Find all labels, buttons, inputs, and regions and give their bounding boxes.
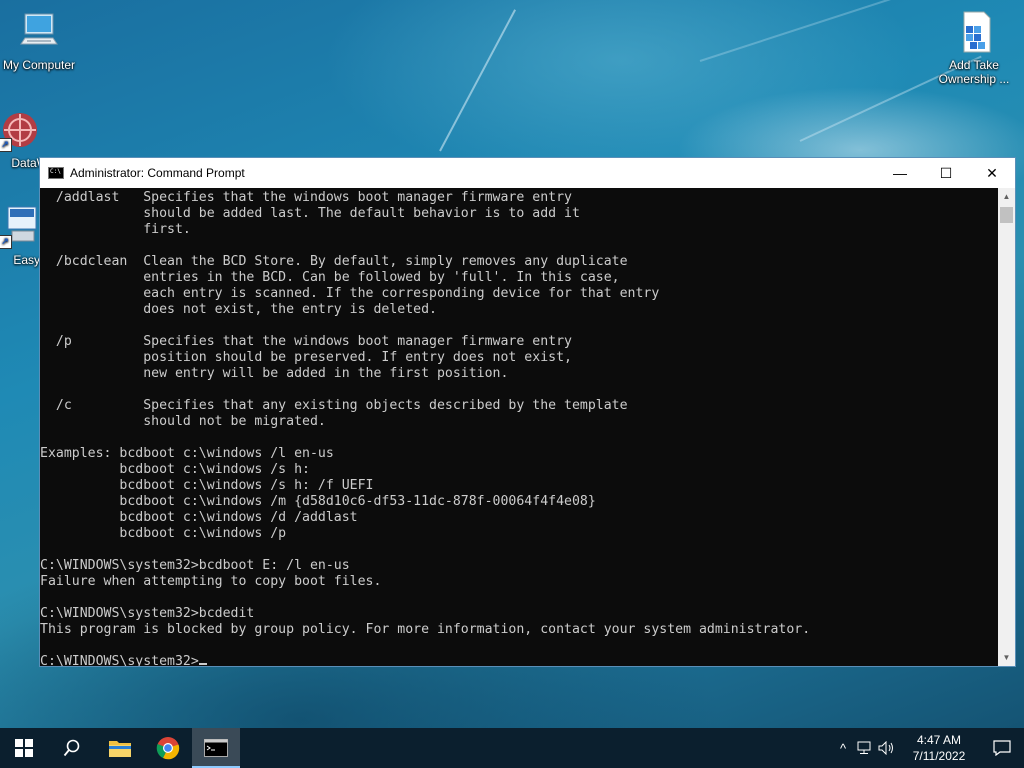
clock[interactable]: 4:47 AM 7/11/2022: [898, 732, 980, 764]
console-line: does not exist, the entry is deleted.: [40, 302, 437, 317]
shortcut-arrow-icon: ↗: [0, 138, 12, 152]
console-line: /c Specifies that any existing objects d…: [40, 398, 628, 413]
volume-icon[interactable]: [876, 728, 898, 768]
console-line: C:\WINDOWS\system32>bcdboot E: /l en-us: [40, 558, 350, 573]
minimize-button[interactable]: —: [877, 158, 923, 188]
scroll-up-arrow-icon[interactable]: ▲: [998, 188, 1015, 205]
window-title: Administrator: Command Prompt: [70, 166, 245, 180]
console-line: Examples: bcdboot c:\windows /l en-us: [40, 446, 334, 461]
console-line: should not be migrated.: [40, 414, 326, 429]
console-line: Failure when attempting to copy boot fil…: [40, 574, 382, 589]
desktop-icon-label: My Computer: [2, 58, 76, 72]
wallpaper-streak: [439, 9, 516, 152]
console-line: bcdboot c:\windows /d /addlast: [40, 510, 358, 525]
console-output[interactable]: /addlast Specifies that the windows boot…: [40, 188, 998, 666]
command-prompt-icon: [204, 739, 228, 757]
notification-icon: [993, 740, 1011, 756]
console-line: /p Specifies that the windows boot manag…: [40, 334, 572, 349]
wallpaper-streak: [699, 0, 948, 62]
command-prompt-taskbar-button[interactable]: [192, 728, 240, 768]
scroll-down-arrow-icon[interactable]: ▼: [998, 649, 1015, 666]
title-bar[interactable]: C:\ Administrator: Command Prompt — ☐ ✕: [40, 158, 1015, 188]
system-tray: ^ 4:47 AM 7/11/2022: [832, 728, 1024, 768]
console-line: entries in the BCD. Can be followed by '…: [40, 270, 620, 285]
close-button[interactable]: ✕: [969, 158, 1015, 188]
console-text: /addlast Specifies that the windows boot…: [40, 190, 998, 654]
console-line: bcdboot c:\windows /s h: /f UEFI: [40, 478, 374, 493]
text-cursor: [198, 663, 207, 665]
network-icon[interactable]: [854, 728, 876, 768]
console-line: should be added last. The default behavi…: [40, 206, 580, 221]
start-button[interactable]: [0, 728, 48, 768]
console-line: bcdboot c:\windows /m {d58d10c6-df53-11d…: [40, 494, 596, 509]
clock-date: 7/11/2022: [912, 749, 966, 763]
console-line: /addlast Specifies that the windows boot…: [40, 190, 572, 205]
console-line: bcdboot c:\windows /p: [40, 526, 287, 541]
console-line: C:\WINDOWS\system32>bcdedit: [40, 606, 255, 621]
registry-file-icon: [952, 10, 996, 54]
console-prompt-line[interactable]: C:\WINDOWS\system32>: [40, 654, 998, 666]
dataw-app-icon: ↗: [0, 108, 42, 152]
folder-icon: [109, 741, 131, 757]
desktop-icon-label-line1: Add Take: [949, 58, 999, 72]
console-line: bcdboot c:\windows /s h:: [40, 462, 310, 477]
show-hidden-icons-chevron-icon[interactable]: ^: [832, 728, 854, 768]
scrollbar-thumb[interactable]: [1000, 207, 1013, 223]
command-prompt-icon: C:\: [48, 167, 64, 179]
search-button[interactable]: [48, 728, 96, 768]
computer-icon: [17, 10, 61, 54]
shortcut-arrow-icon: ↗: [0, 235, 12, 249]
chrome-icon: [156, 737, 180, 760]
console-line: position should be preserved. If entry d…: [40, 350, 572, 365]
chrome-button[interactable]: [144, 728, 192, 768]
vertical-scrollbar[interactable]: ▲ ▼: [998, 188, 1015, 666]
console-line: new entry will be added in the first pos…: [40, 366, 509, 381]
clock-time: 4:47 AM: [916, 733, 962, 747]
console-line: each entry is scanned. If the correspond…: [40, 286, 660, 301]
console-prompt: C:\WINDOWS\system32>: [40, 654, 199, 666]
desktop-icon-my-computer[interactable]: My Computer: [0, 10, 81, 72]
easyb-app-icon: ↗: [0, 205, 42, 249]
console-line: first.: [40, 222, 191, 237]
console-line: This program is blocked by group policy.…: [40, 622, 811, 637]
desktop-icon-label-line2: Ownership ...: [938, 72, 1010, 86]
action-center-button[interactable]: [980, 728, 1024, 768]
desktop-icon-add-take-ownership[interactable]: Add Take Ownership ...: [932, 10, 1016, 86]
file-explorer-button[interactable]: [96, 728, 144, 768]
console-line: /bcdclean Clean the BCD Store. By defaul…: [40, 254, 628, 269]
search-icon: [63, 739, 80, 757]
maximize-button[interactable]: ☐: [923, 158, 969, 188]
command-prompt-window[interactable]: C:\ Administrator: Command Prompt — ☐ ✕ …: [39, 157, 1016, 667]
windows-logo-icon: [15, 739, 33, 757]
taskbar: ^ 4:47 AM 7/11/2022: [0, 728, 1024, 768]
